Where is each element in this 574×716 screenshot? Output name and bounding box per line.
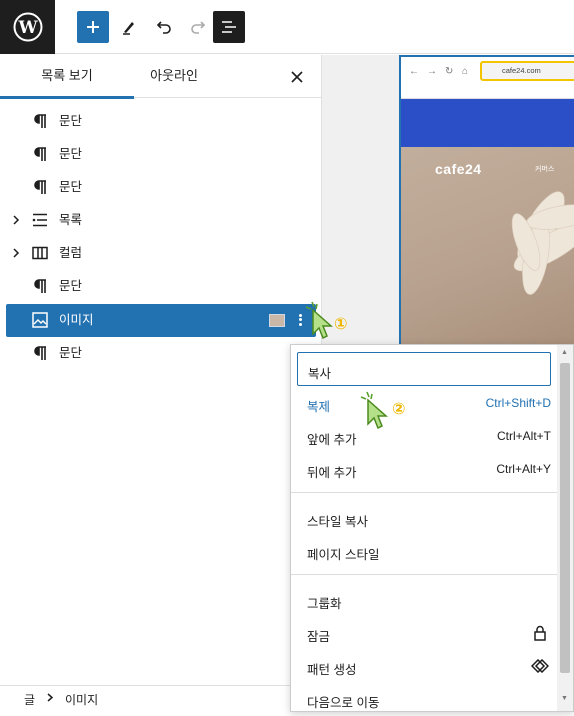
menu-item-insert-after[interactable]: 뒤에 추가 Ctrl+Alt+Y (297, 452, 551, 486)
list-item[interactable]: 문단 (6, 171, 316, 204)
reload-icon: ↻ (445, 66, 454, 77)
editor-toolbar: W (0, 0, 574, 54)
list-item-label: 문단 (59, 114, 83, 128)
list-item-label: 컬럼 (59, 246, 83, 260)
list-item[interactable]: 문단 (6, 270, 316, 303)
menu-item-move-to[interactable]: 다음으로 이동 (297, 682, 551, 716)
add-block-button[interactable] (77, 11, 109, 43)
menu-item-copy-styles[interactable]: 스타일 복사 (297, 501, 551, 535)
panel-tabs: 목록 보기 아웃라인 (0, 55, 321, 99)
close-icon[interactable] (287, 67, 307, 87)
brand-subtitle: 커머스 (535, 166, 555, 173)
paragraph-icon (31, 145, 49, 163)
menu-divider (291, 492, 557, 493)
block-options-menu: 복사 복제 Ctrl+Shift+D 앞에 추가 Ctrl+Alt+T 뒤에 추… (290, 344, 574, 712)
paragraph-icon (31, 178, 49, 196)
menu-item-group[interactable]: 그룹화 (297, 583, 551, 617)
list-item[interactable]: 문단 (6, 105, 316, 138)
list-item-label: 문단 (59, 180, 83, 194)
scrollbar-thumb[interactable] (560, 363, 570, 673)
url-box: cafe24.com (480, 61, 574, 81)
home-icon: ⌂ (462, 66, 469, 77)
hero-image: cafe24 커머스 (401, 147, 574, 347)
scroll-down-icon[interactable]: ▼ (561, 695, 568, 702)
menu-divider (291, 574, 557, 575)
menu-item-label: 복제 (307, 400, 331, 414)
menu-item-label: 패턴 생성 (307, 663, 357, 677)
menu-item-shortcut: Ctrl+Shift+D (485, 396, 551, 410)
image-icon (31, 311, 49, 329)
undo-icon[interactable] (148, 11, 180, 43)
list-item-selected[interactable]: 이미지 (6, 304, 316, 337)
tab-outline[interactable]: 아웃라인 (134, 55, 214, 98)
menu-item-label: 잠금 (307, 630, 331, 644)
list-item-label: 이미지 (59, 313, 94, 327)
paragraph-icon (31, 344, 49, 362)
chevron-right-icon (46, 690, 54, 707)
forward-icon: → (427, 66, 437, 77)
menu-item-shortcut: Ctrl+Alt+Y (496, 462, 551, 476)
wordpress-logo-icon[interactable]: W (0, 0, 55, 54)
scroll-up-icon[interactable]: ▲ (561, 349, 568, 356)
list-item[interactable]: 문단 (6, 138, 316, 171)
step-marker-2: ② (392, 401, 406, 418)
redo-icon[interactable] (182, 11, 214, 43)
tab-list-view[interactable]: 목록 보기 (0, 55, 134, 99)
menu-item-duplicate[interactable]: 복제 Ctrl+Shift+D (297, 386, 551, 420)
menu-item-create-pattern[interactable]: 패턴 생성 (297, 649, 551, 683)
menu-item-label: 복사 (308, 367, 332, 381)
menu-item-label: 페이지 스타일 (307, 548, 380, 562)
list-item[interactable]: 컬럼 (6, 237, 316, 270)
breadcrumb: 글 이미지 (0, 685, 322, 712)
list-item[interactable]: 목록 (6, 204, 316, 237)
paragraph-icon (31, 277, 49, 295)
site-header-band (401, 99, 574, 147)
list-item-label: 문단 (59, 147, 83, 161)
menu-item-label: 그룹화 (307, 597, 342, 611)
breadcrumb-current[interactable]: 이미지 (65, 691, 98, 708)
paragraph-icon (31, 112, 49, 130)
list-item[interactable]: 문단 (6, 337, 316, 370)
brand-logo: cafe24 (435, 161, 482, 177)
breadcrumb-root[interactable]: 글 (24, 691, 35, 708)
menu-item-lock[interactable]: 잠금 (297, 616, 551, 650)
menu-item-shortcut: Ctrl+Alt+T (496, 429, 551, 443)
diamond-icon (531, 657, 549, 675)
list-icon (31, 211, 49, 229)
list-item-label: 목록 (59, 213, 83, 227)
menu-item-label: 다음으로 이동 (307, 696, 380, 710)
list-item-label: 문단 (59, 279, 83, 293)
browser-address-bar: ← → ↻ ⌂ cafe24.com (401, 57, 574, 99)
menu-scrollbar[interactable]: ▲ ▼ (557, 345, 573, 711)
menu-item-label: 앞에 추가 (307, 433, 357, 447)
menu-item-paste-styles[interactable]: 페이지 스타일 (297, 534, 551, 568)
back-icon: ← (409, 66, 419, 77)
list-view-button[interactable] (213, 11, 245, 43)
menu-item-label: 스타일 복사 (307, 515, 368, 529)
menu-item-insert-before[interactable]: 앞에 추가 Ctrl+Alt+T (297, 419, 551, 453)
list-view-panel: 목록 보기 아웃라인 문단 문단 문단 목록 컬럼 문단 이미지 문단 (0, 55, 322, 712)
image-block-preview[interactable]: ← → ↻ ⌂ cafe24.com cafe24 커머스 (399, 55, 574, 347)
svg-text:W: W (17, 18, 38, 38)
columns-icon (31, 244, 49, 262)
pen-icon[interactable] (113, 11, 145, 43)
chevron-right-icon[interactable] (12, 246, 22, 260)
lock-icon (531, 624, 549, 642)
step-marker-1: ① (334, 316, 348, 333)
list-item-label: 문단 (59, 346, 83, 360)
image-thumbnail (269, 314, 285, 327)
menu-item-label: 뒤에 추가 (307, 466, 357, 480)
menu-item-copy[interactable]: 복사 (297, 352, 551, 386)
chevron-right-icon[interactable] (12, 213, 22, 227)
